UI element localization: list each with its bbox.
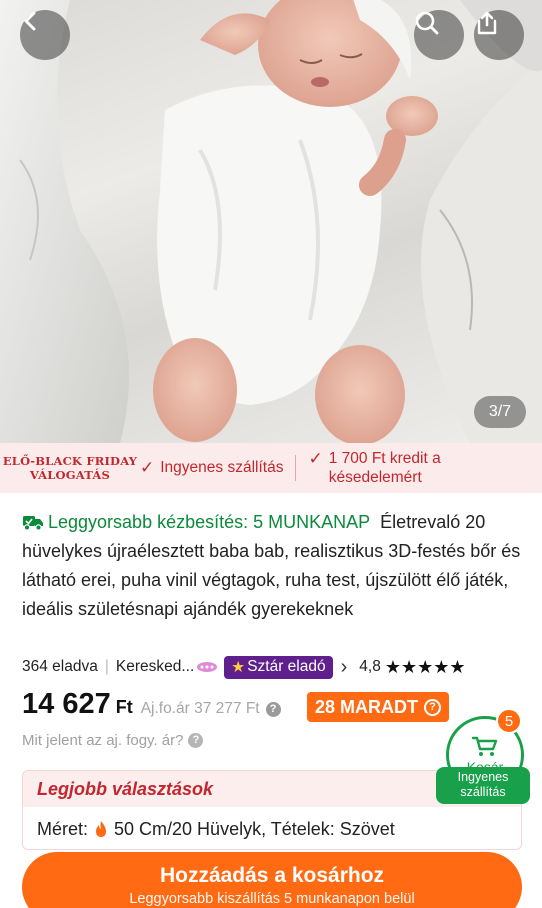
black-friday-label: ELŐ-BLACK FRIDAY VÁLOGATÁS <box>0 454 140 482</box>
size-option[interactable]: Méret: 50 Cm/20 Hüvelyk, Tételek: Szövet <box>23 807 521 849</box>
share-icon <box>477 11 497 35</box>
image-counter: 3/7 <box>474 396 526 428</box>
star-seller-badge[interactable]: ★ Sztár eladó <box>224 655 333 679</box>
cart-count-badge: 5 <box>496 708 522 734</box>
rating-stars[interactable]: ★★★★★ <box>385 657 466 678</box>
chevron-left-icon <box>24 11 36 31</box>
sold-count: 364 eladva <box>22 658 98 675</box>
add-to-cart-label: Hozzáadás a kosárhoz <box>159 864 385 887</box>
rating-value: 4,8 <box>359 658 381 675</box>
price-row: 14 627 Ft Aj.fo.ár 37 277 Ft? <box>22 688 281 721</box>
black-friday-line1: ELŐ-BLACK FRIDAY <box>2 454 138 468</box>
cart-shipping-line2: szállítás <box>460 785 506 799</box>
size-label: Méret: <box>37 818 89 839</box>
cart-shipping-line1: Ingyenes <box>457 770 509 784</box>
free-shipping-item: ✓ Ingyenes szállítás <box>140 458 283 478</box>
back-button[interactable] <box>20 10 70 60</box>
free-shipping-label: Ingyenes szállítás <box>160 459 284 476</box>
help-icon[interactable]: ? <box>265 702 281 717</box>
price-currency: Ft <box>115 697 133 717</box>
search-icon <box>415 11 439 35</box>
meta-divider: | <box>104 658 109 675</box>
cart-free-shipping-badge: Ingyenes szállítás <box>436 767 530 804</box>
stock-left-label: 28 MARADT <box>315 696 419 717</box>
price-explanation-link[interactable]: Mit jelent az aj. fogy. ár? ? <box>22 732 204 749</box>
size-value: 50 Cm/20 Hüvelyk, Tételek: Szövet <box>114 818 395 839</box>
flame-icon <box>96 821 107 837</box>
stock-left-badge[interactable]: 28 MARADT ? <box>307 692 450 722</box>
price-explanation-text: Mit jelent az aj. fogy. ár? <box>22 732 184 749</box>
promo-divider <box>295 455 297 481</box>
add-to-cart-button[interactable]: Hozzáadás a kosárhoz Leggyorsabb kiszáll… <box>22 852 522 908</box>
price-amount: 14 627 <box>22 688 111 720</box>
seller-dots-icon <box>197 662 218 672</box>
star-seller-label: Sztár eladó <box>247 658 326 675</box>
product-image[interactable]: 3/7 <box>0 0 542 443</box>
help-icon: ? <box>424 698 442 716</box>
help-icon: ? <box>188 733 204 748</box>
star-icon: ★ <box>231 658 246 676</box>
reference-price-text: Aj.fo.ár 37 277 Ft <box>140 700 260 717</box>
credit-line1: 1 700 Ft kredit a <box>328 450 441 467</box>
product-meta-row: 364 eladva | Keresked... ★ Sztár eladó ›… <box>22 654 466 680</box>
seller-name[interactable]: Keresked... <box>116 658 194 676</box>
check-icon: ✓ <box>308 449 323 468</box>
product-photo <box>0 0 542 443</box>
late-credit-item: ✓ 1 700 Ft kredit a késedelemért <box>308 449 440 487</box>
credit-line2: késedelemért <box>328 469 422 486</box>
delivery-truck-icon <box>23 516 43 531</box>
chevron-right-icon[interactable]: › <box>341 656 348 679</box>
fast-delivery-text: Leggyorsabb kézbesítés: 5 MUNKANAP <box>48 512 371 532</box>
cart-icon <box>471 736 498 756</box>
product-title: Leggyorsabb kézbesítés: 5 MUNKANAP Életr… <box>22 508 522 624</box>
search-button[interactable] <box>414 10 464 60</box>
share-button[interactable] <box>474 10 524 60</box>
reference-price: Aj.fo.ár 37 277 Ft? <box>141 700 281 718</box>
promo-bar[interactable]: ELŐ-BLACK FRIDAY VÁLOGATÁS ✓ Ingyenes sz… <box>0 443 542 493</box>
check-icon: ✓ <box>140 458 155 477</box>
add-to-cart-sublabel: Leggyorsabb kiszállítás 5 munkanapon bel… <box>129 891 415 907</box>
black-friday-line2: VÁLOGATÁS <box>29 468 111 482</box>
fast-delivery-label: Leggyorsabb kézbesítés: 5 MUNKANAP <box>22 512 370 532</box>
